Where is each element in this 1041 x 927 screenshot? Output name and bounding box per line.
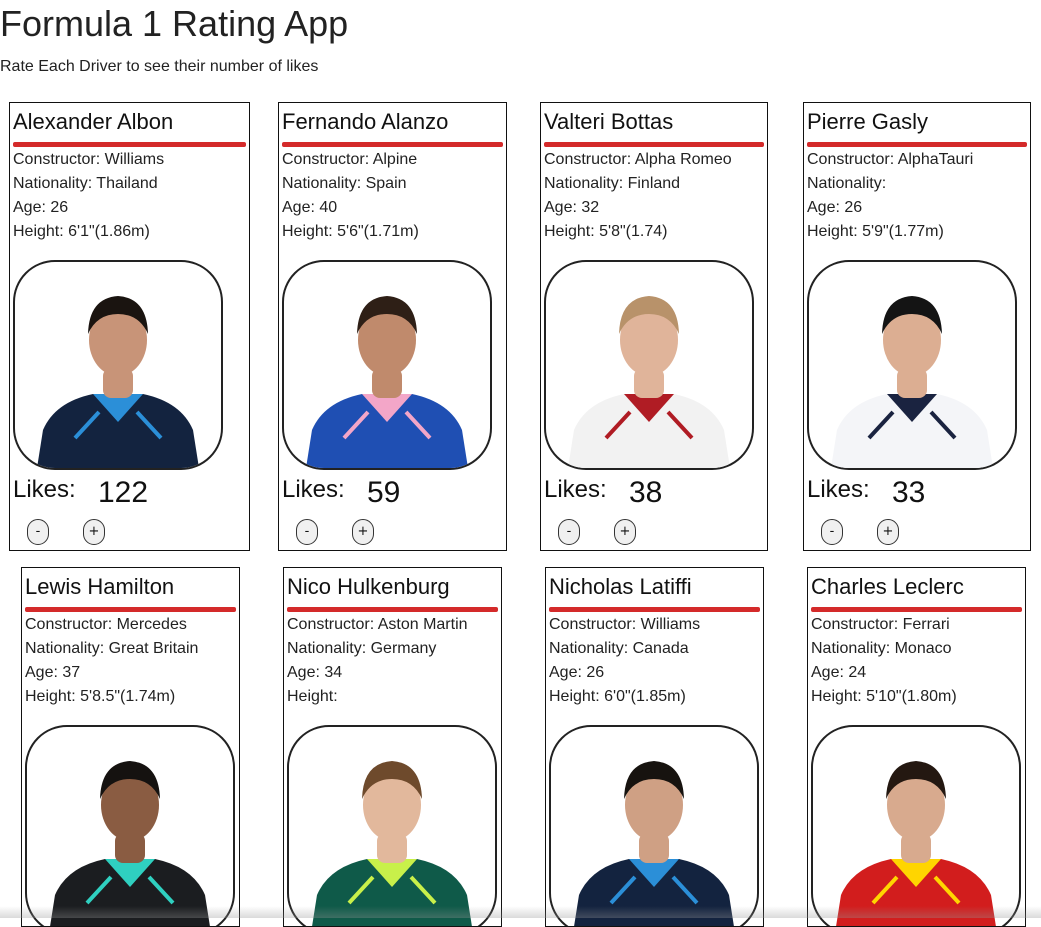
driver-constructor: Constructor: Williams [549, 616, 701, 633]
driver-card: Pierre Gasly Constructor: AlphaTauri Nat… [803, 102, 1031, 551]
increment-likes-button[interactable]: + [877, 519, 899, 545]
driver-photo [807, 260, 1017, 470]
driver-age: Age: 26 [549, 664, 605, 681]
driver-photo [282, 260, 492, 470]
accent-bar [287, 607, 498, 612]
driver-name: Pierre Gasly [807, 109, 929, 134]
driver-constructor: Constructor: Mercedes [25, 616, 187, 633]
likes-count: 59 [367, 476, 401, 509]
driver-nationality: Nationality: Germany [287, 640, 437, 657]
driver-age: Age: 26 [807, 199, 863, 216]
driver-age: Age: 37 [25, 664, 81, 681]
driver-height: Height: 5'8.5"(1.74m) [25, 688, 176, 705]
likes-label: Likes: [282, 476, 345, 503]
driver-height: Height: 6'0"(1.85m) [549, 688, 686, 705]
driver-name: Charles Leclerc [811, 574, 964, 599]
driver-name: Nico Hulkenburg [287, 574, 450, 599]
driver-portrait [37, 296, 199, 468]
driver-portrait [312, 761, 472, 926]
likes-label: Likes: [13, 476, 76, 503]
accent-bar [544, 142, 764, 147]
driver-photo [287, 725, 497, 926]
driver-age: Age: 40 [282, 199, 338, 216]
driver-constructor: Constructor: Alpine [282, 151, 418, 168]
driver-portrait [831, 296, 993, 468]
driver-name: Fernando Alanzo [282, 109, 449, 134]
driver-name: Lewis Hamilton [25, 574, 175, 599]
driver-portrait [574, 761, 734, 926]
accent-bar [807, 142, 1027, 147]
likes-label: Likes: [807, 476, 870, 503]
driver-nationality: Nationality: Finland [544, 175, 681, 192]
driver-age: Age: 34 [287, 664, 343, 681]
likes-count: 33 [892, 476, 926, 509]
driver-nationality: Nationality: Thailand [13, 175, 158, 192]
driver-card: Lewis Hamilton Constructor: Mercedes Nat… [21, 567, 240, 927]
likes-count: 122 [98, 476, 149, 509]
driver-constructor: Constructor: Ferrari [811, 616, 950, 633]
driver-height: Height: 6'1"(1.86m) [13, 223, 150, 240]
driver-card: Valteri Bottas Constructor: Alpha Romeo … [540, 102, 768, 551]
driver-age: Age: 32 [544, 199, 600, 216]
driver-card: Fernando Alanzo Constructor: Alpine Nati… [278, 102, 507, 551]
accent-bar [549, 607, 760, 612]
increment-likes-button[interactable]: + [83, 519, 105, 545]
driver-name: Nicholas Latiffi [549, 574, 692, 599]
driver-card: Nicholas Latiffi Constructor: Williams N… [545, 567, 764, 927]
driver-height: Height: 5'8"(1.74) [544, 223, 668, 240]
driver-portrait [836, 761, 996, 926]
driver-photo [811, 725, 1021, 926]
accent-bar [282, 142, 503, 147]
driver-age: Age: 24 [811, 664, 867, 681]
driver-photo [25, 725, 235, 926]
driver-height: Height: 5'10"(1.80m) [811, 688, 957, 705]
app-title: Formula 1 Rating App [0, 3, 349, 44]
decrement-likes-button[interactable]: - [296, 519, 318, 545]
accent-bar [13, 142, 246, 147]
app-subtitle: Rate Each Driver to see their number of … [0, 58, 319, 75]
driver-height: Height: 5'6"(1.71m) [282, 223, 419, 240]
driver-name: Alexander Albon [13, 109, 174, 134]
driver-nationality: Nationality: Canada [549, 640, 689, 657]
driver-card: Nico Hulkenburg Constructor: Aston Marti… [283, 567, 502, 927]
driver-photo [544, 260, 754, 470]
driver-nationality: Nationality: Great Britain [25, 640, 199, 657]
driver-card: Alexander Albon Constructor: Williams Na… [9, 102, 250, 551]
likes-label: Likes: [544, 476, 607, 503]
driver-constructor: Constructor: Williams [13, 151, 165, 168]
increment-likes-button[interactable]: + [352, 519, 374, 545]
driver-height: Height: [287, 688, 338, 705]
driver-constructor: Constructor: Alpha Romeo [544, 151, 732, 168]
decrement-likes-button[interactable]: - [27, 519, 49, 545]
driver-photo [13, 260, 223, 470]
driver-constructor: Constructor: Aston Martin [287, 616, 468, 633]
driver-nationality: Nationality: [807, 175, 887, 192]
driver-constructor: Constructor: AlphaTauri [807, 151, 974, 168]
driver-height: Height: 5'9"(1.77m) [807, 223, 944, 240]
driver-portrait [50, 761, 210, 926]
driver-portrait [568, 296, 730, 468]
driver-photo [549, 725, 759, 926]
decrement-likes-button[interactable]: - [821, 519, 843, 545]
driver-nationality: Nationality: Spain [282, 175, 407, 192]
driver-nationality: Nationality: Monaco [811, 640, 952, 657]
driver-card: Charles Leclerc Constructor: Ferrari Nat… [807, 567, 1026, 927]
increment-likes-button[interactable]: + [614, 519, 636, 545]
window-bottom-edge [0, 906, 1041, 918]
driver-portrait [306, 296, 468, 468]
accent-bar [25, 607, 236, 612]
driver-name: Valteri Bottas [544, 109, 674, 134]
likes-count: 38 [629, 476, 663, 509]
accent-bar [811, 607, 1022, 612]
decrement-likes-button[interactable]: - [558, 519, 580, 545]
driver-age: Age: 26 [13, 199, 69, 216]
